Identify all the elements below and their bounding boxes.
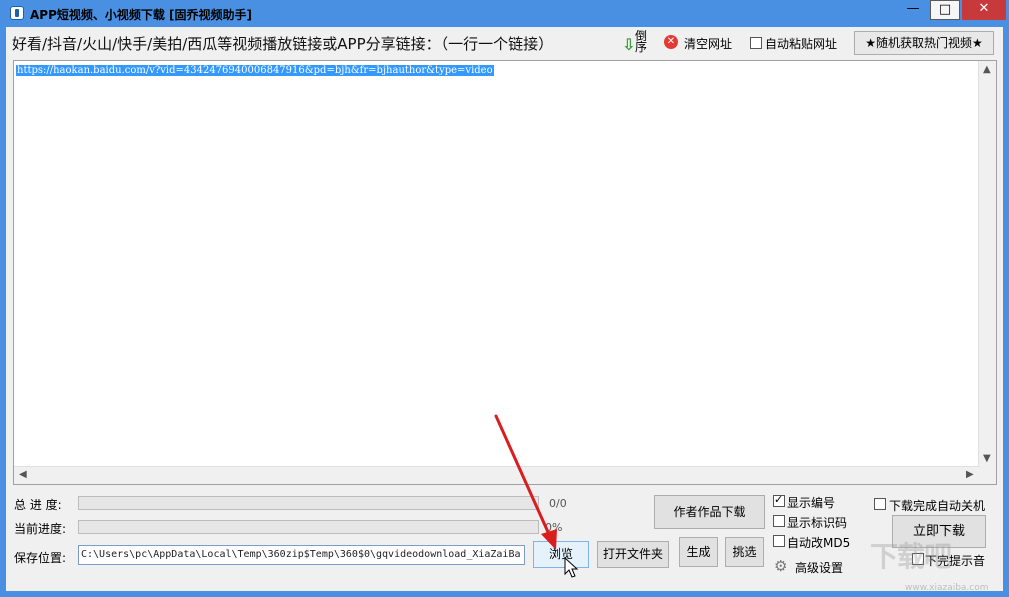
app-window: APP短视频、小视频下载 [固乔视频助手] — □ ✕ 好看/抖音/火山/快手/… bbox=[0, 0, 1009, 597]
mouse-cursor-icon bbox=[564, 556, 579, 578]
